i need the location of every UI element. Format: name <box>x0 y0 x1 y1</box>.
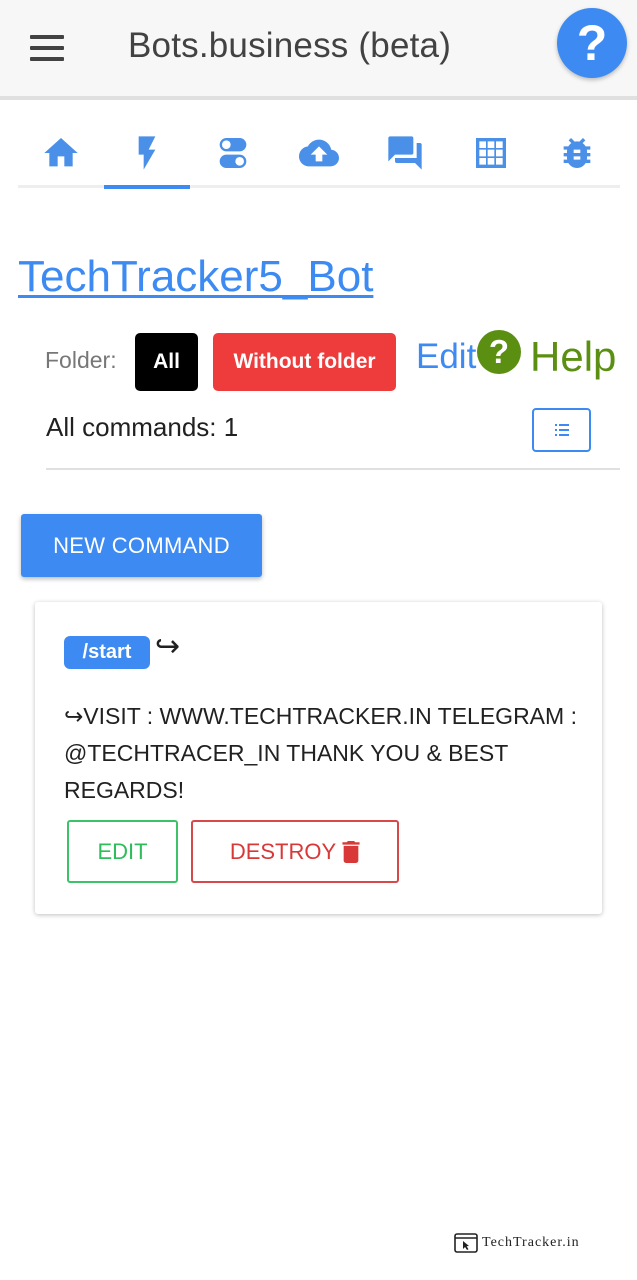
watermark-text: TechTracker.in <box>482 1235 580 1250</box>
tab-chats[interactable] <box>362 120 448 186</box>
folder-all-button[interactable]: All <box>135 333 198 391</box>
apps-grid-icon <box>476 138 506 168</box>
divider <box>46 468 620 470</box>
command-arrow: ↪ <box>155 630 181 663</box>
tab-bar <box>18 120 620 189</box>
chat-icon <box>388 136 422 170</box>
tab-upload[interactable] <box>276 120 362 186</box>
new-command-button[interactable]: NEW COMMAND <box>21 514 262 577</box>
list-view-toggle[interactable] <box>532 408 591 452</box>
watermark: TechTracker.in <box>454 1233 580 1253</box>
help-link[interactable]: Help <box>530 333 616 381</box>
command-answer: ↪VISIT : WWW.TECHTRACKER.IN TELEGRAM : @… <box>64 703 577 803</box>
bug-icon <box>563 138 591 168</box>
edit-folders-link[interactable]: Edit <box>416 337 476 377</box>
folder-label: Folder: <box>45 347 117 373</box>
folder-without-button[interactable]: Without folder <box>213 333 396 391</box>
browser-window-logo <box>454 1233 478 1253</box>
tab-settings[interactable] <box>190 120 276 186</box>
trash-icon <box>342 840 360 863</box>
toggles-icon <box>219 138 247 168</box>
home-icon <box>44 138 78 167</box>
app-bar: Bots.business (beta) ? <box>0 0 637 100</box>
tab-apps[interactable] <box>448 120 534 186</box>
list-icon <box>554 424 569 436</box>
help-button[interactable]: ? <box>557 8 627 78</box>
tab-commands[interactable] <box>104 120 190 189</box>
tab-errors[interactable] <box>534 120 620 186</box>
help-circle-icon[interactable]: ? <box>477 330 521 374</box>
command-card: /start ↪ ↪VISIT : WWW.TECHTRACKER.IN TEL… <box>35 602 602 914</box>
bot-name-link[interactable]: TechTracker5_Bot <box>18 252 373 302</box>
tab-home[interactable] <box>18 120 104 186</box>
edit-command-button[interactable]: EDIT <box>67 820 178 883</box>
hamburger-menu-icon[interactable] <box>30 35 64 61</box>
destroy-command-button[interactable]: DESTROY <box>191 820 399 883</box>
cloud-upload-icon <box>299 139 339 167</box>
command-name-chip[interactable]: /start <box>64 636 150 669</box>
flash-icon <box>138 136 156 170</box>
app-title: Bots.business (beta) <box>128 26 452 65</box>
commands-count: All commands: 1 <box>46 412 239 442</box>
destroy-label: DESTROY <box>229 838 337 864</box>
